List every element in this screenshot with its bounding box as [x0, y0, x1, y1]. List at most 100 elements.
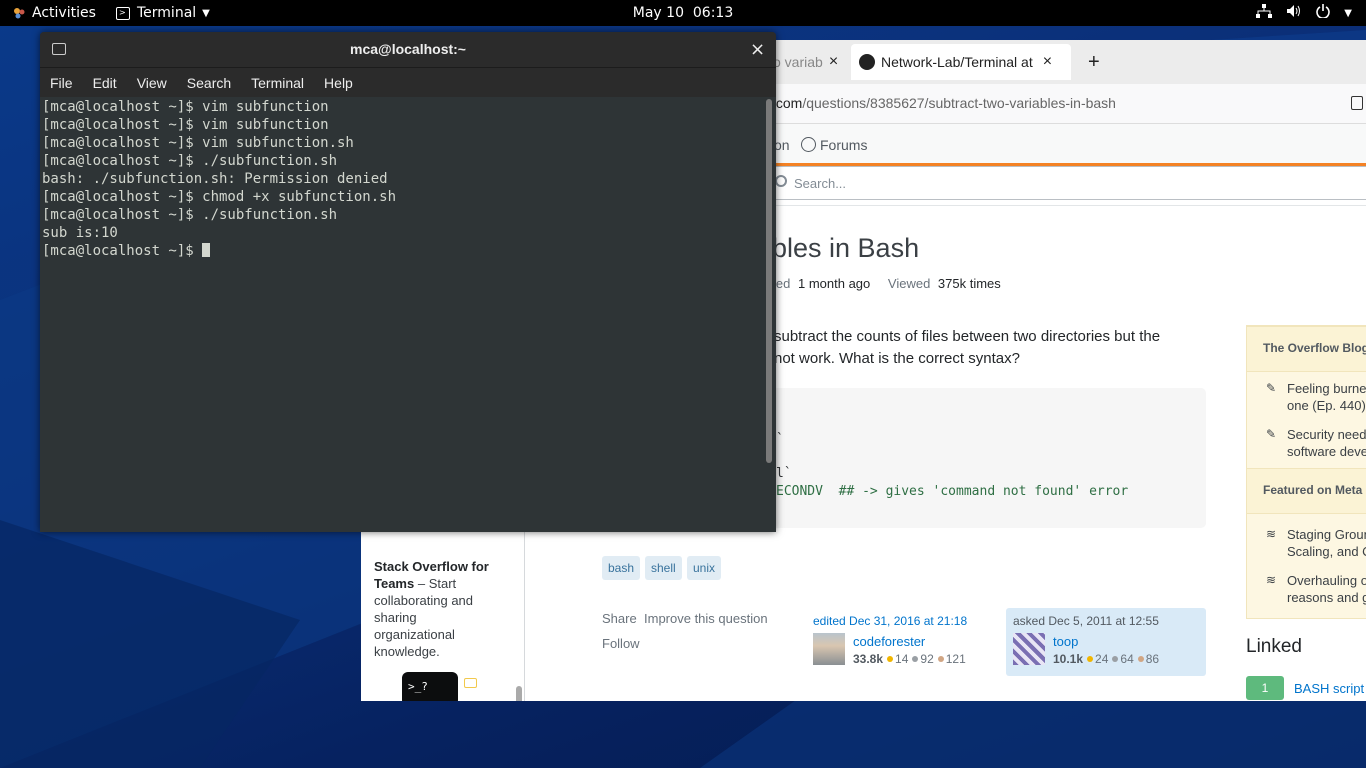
terminal-app-icon: >	[116, 6, 130, 20]
activities-button[interactable]: Activities	[12, 0, 96, 26]
editor-card: edited Dec 31, 2016 at 21:18 codeforeste…	[813, 608, 999, 676]
system-tray[interactable]: ▼	[1256, 0, 1352, 26]
meta-heading: Featured on Meta	[1247, 468, 1366, 514]
tag-bash[interactable]: bash	[602, 556, 641, 580]
tag-unix[interactable]: unix	[687, 556, 722, 580]
browser-tab-github[interactable]: Network-Lab/Terminal at ×	[851, 44, 1071, 80]
menu-terminal[interactable]: Terminal	[241, 68, 314, 97]
search-placeholder: Search...	[794, 176, 847, 191]
viewed-label: Viewed	[887, 276, 931, 291]
avatar[interactable]	[1013, 633, 1045, 665]
share-link[interactable]: Share	[602, 611, 637, 626]
editor-username[interactable]: codeforester	[853, 634, 925, 649]
url-text[interactable]: .com/questions/8385627/subtract-two-vari…	[772, 95, 1116, 111]
asker-username[interactable]: toop	[1053, 634, 1078, 649]
asker-reputation: 10.1k 24 64 86	[1053, 652, 1159, 666]
blog-link[interactable]: Security needs software deve	[1287, 426, 1366, 460]
question-title[interactable]: bles in Bash	[772, 233, 919, 264]
code-line: `	[776, 432, 784, 447]
terminal-line: [mca@localhost ~]$ vim subfunction	[42, 99, 329, 115]
app-menu-button[interactable]: > Terminal ▼	[116, 0, 210, 26]
terminal-line: [mca@localhost ~]$ ./subfunction.sh	[42, 207, 338, 223]
terminal-illustration-text: >_?	[408, 680, 428, 693]
url-path: /questions/8385627/subtract-two-variable…	[802, 95, 1116, 111]
blog-heading: The Overflow Blog	[1247, 326, 1366, 372]
follow-link[interactable]: Follow	[602, 636, 640, 651]
network-icon	[1256, 4, 1273, 22]
nav-partial-link[interactable]: on	[774, 137, 790, 153]
tab-label: Network-Lab/Terminal at	[881, 54, 1033, 70]
new-tab-icon[interactable]	[52, 43, 66, 55]
chevron-down-icon: ▼	[1344, 7, 1352, 19]
menu-search[interactable]: Search	[177, 68, 241, 97]
app-menu-label: Terminal	[137, 5, 197, 21]
close-icon[interactable]: ×	[750, 39, 765, 60]
improve-question-link[interactable]: Improve this question	[644, 611, 768, 626]
volume-icon	[1286, 4, 1302, 22]
menu-help[interactable]: Help	[314, 68, 363, 97]
terminal-prompt-line: [mca@localhost ~]$	[42, 242, 211, 260]
menu-file[interactable]: File	[40, 68, 83, 97]
terminal-title: mca@localhost:~	[350, 41, 466, 57]
tab-close-icon[interactable]: ×	[829, 53, 838, 71]
asker-card: asked Dec 5, 2011 at 12:55 toop 10.1k 24 6…	[1006, 608, 1206, 676]
teams-promo-line: sharing	[374, 610, 417, 625]
rep-score: 33.8k	[853, 652, 884, 666]
globe-icon	[801, 137, 816, 152]
url-domain: .com	[772, 95, 803, 111]
chat-bubble-icon	[464, 678, 477, 688]
teams-promo-line: collaborating and	[374, 593, 474, 608]
terminal-line: [mca@localhost ~]$ vim subfunction.sh	[42, 135, 354, 151]
teams-promo-line: – Start	[417, 576, 457, 591]
terminal-scrollbar[interactable]	[766, 99, 772, 463]
blog-link[interactable]: Feeling burned one (Ep. 440)	[1287, 380, 1366, 414]
teams-terminal-illustration: >_?	[402, 672, 458, 701]
sidebar-scrollbar[interactable]	[516, 686, 522, 701]
terminal-titlebar[interactable]: mca@localhost:~ ×	[40, 32, 776, 68]
tab-close-icon[interactable]: ×	[1043, 53, 1052, 71]
gnome-top-bar: Activities > Terminal ▼ May 10 06:13 ▼	[0, 0, 1366, 26]
terminal-title-container: mca@localhost:~	[40, 41, 776, 57]
terminal-prompt: [mca@localhost ~]$	[42, 243, 203, 259]
teams-promo-title-2[interactable]: Teams	[374, 576, 414, 591]
viewed-value: 375k times	[937, 276, 1001, 291]
teams-promo-title-1[interactable]: Stack Overflow for	[374, 558, 514, 575]
modified-value[interactable]: 1 month ago	[798, 276, 870, 291]
code-line: l`	[776, 466, 792, 481]
tag-shell[interactable]: shell	[645, 556, 682, 580]
code-line: ECONDV ## -> gives 'command not found' e…	[776, 484, 1129, 499]
fedora-logo-icon	[12, 6, 26, 20]
teams-promo: Stack Overflow for Teams – Start collabo…	[374, 558, 514, 660]
terminal-menubar: File Edit View Search Terminal Help	[40, 68, 776, 97]
terminal-line: bash: ./subfunction.sh: Permission denie…	[42, 171, 388, 187]
meta-link[interactable]: Overhauling o reasons and g	[1287, 572, 1366, 606]
pencil-icon: ✎	[1266, 381, 1277, 395]
terminal-output[interactable]: [mca@localhost ~]$ vim subfunction [mca@…	[40, 97, 776, 532]
menu-edit[interactable]: Edit	[83, 68, 127, 97]
avatar[interactable]	[813, 633, 845, 665]
search-input[interactable]: Search...	[769, 166, 1366, 200]
terminal-line: sub is:10	[42, 225, 118, 241]
clock-button[interactable]: May 10 06:13	[633, 5, 733, 21]
tab-label: o variab	[773, 54, 823, 70]
question-meta: ied 1 month ago Viewed 375k times	[773, 276, 1001, 291]
new-tab-button[interactable]: +	[1088, 44, 1100, 80]
linked-question-link[interactable]: BASH script	[1294, 681, 1364, 696]
meta-link[interactable]: Staging Groun Scaling, and C	[1287, 526, 1366, 560]
terminal-line: [mca@localhost ~]$ chmod +x subfunction.…	[42, 189, 397, 205]
nav-forums-link[interactable]: Forums	[820, 137, 867, 153]
edited-timestamp[interactable]: edited Dec 31, 2016 at 21:18	[813, 614, 967, 628]
question-body-line: not work. What is the correct syntax?	[774, 350, 1020, 367]
menu-view[interactable]: View	[127, 68, 177, 97]
gold-badges: 24	[1095, 652, 1109, 666]
asked-timestamp: asked Dec 5, 2011 at 12:55	[1013, 614, 1159, 628]
gold-badges: 14	[895, 652, 909, 666]
teams-promo-line: knowledge.	[374, 644, 440, 659]
github-icon	[859, 54, 875, 70]
question-body-line: subtract the counts of files between two…	[774, 328, 1161, 345]
bronze-badges: 121	[945, 652, 966, 666]
reader-view-icon[interactable]	[1351, 96, 1363, 110]
browser-tab-stackoverflow[interactable]: o variab ×	[773, 44, 849, 80]
activities-label: Activities	[32, 5, 96, 21]
editor-reputation: 33.8k 14 92 121	[853, 652, 966, 666]
